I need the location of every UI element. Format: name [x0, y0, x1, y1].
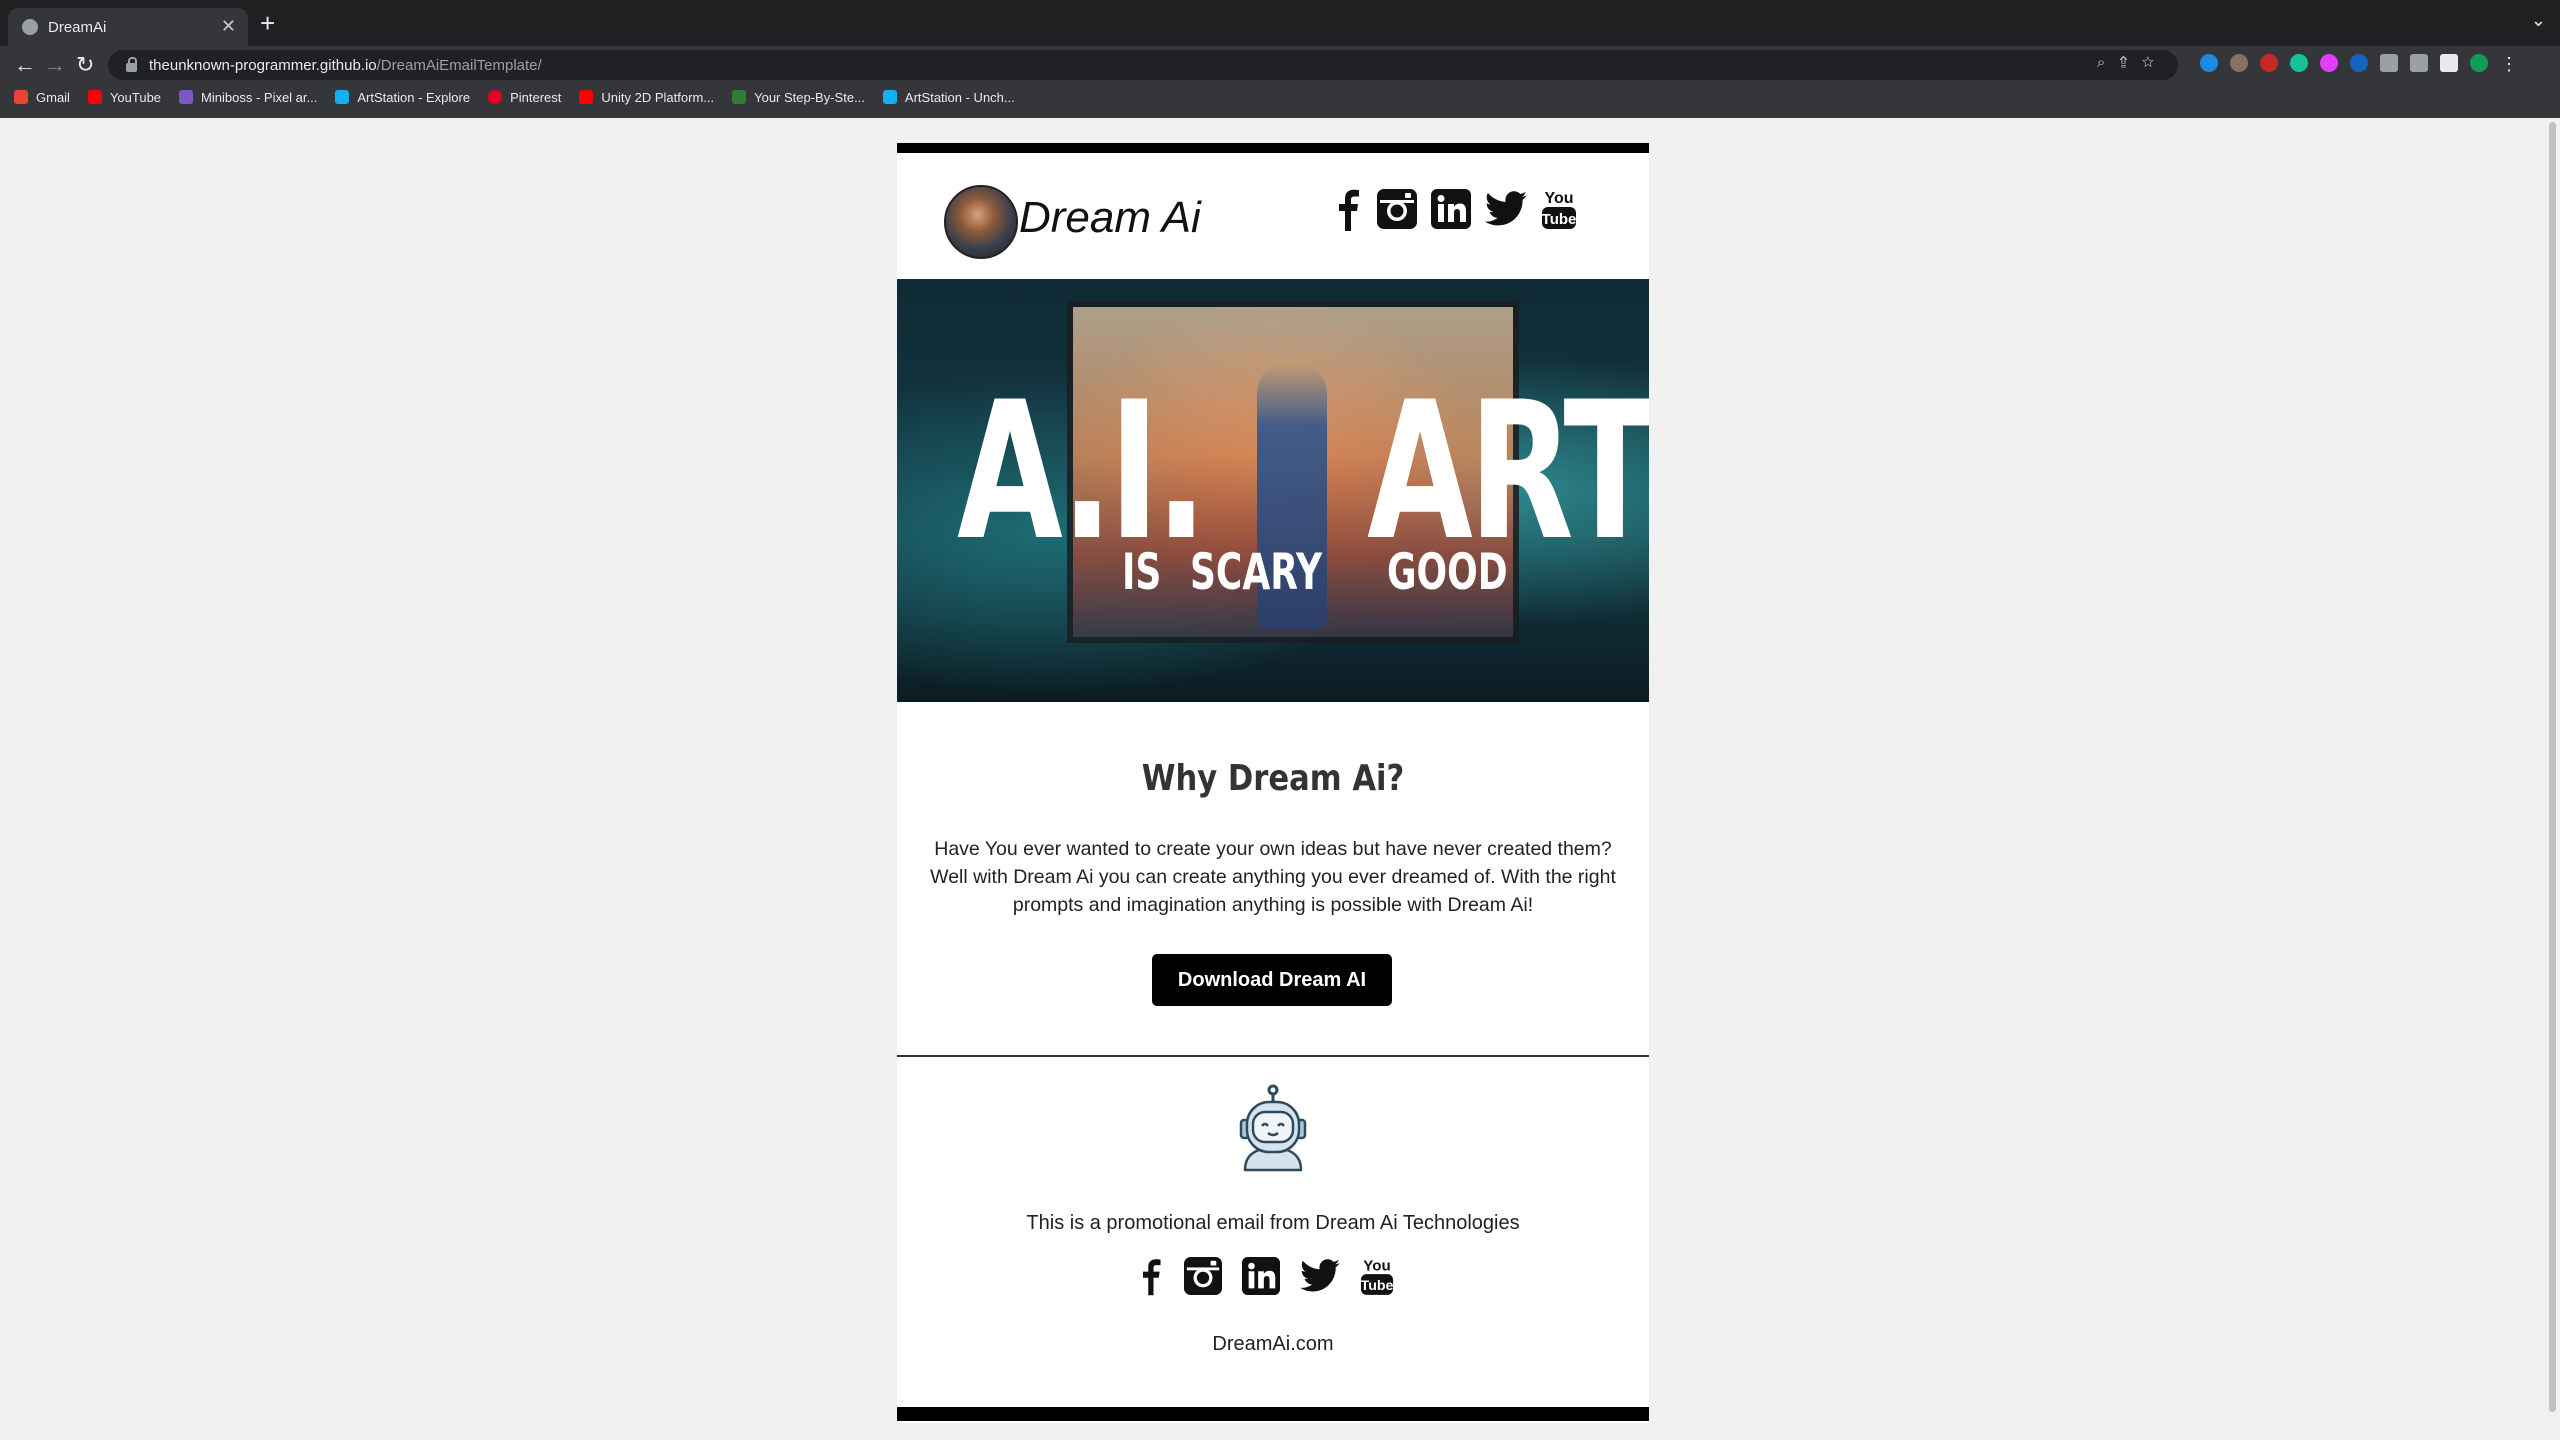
body-paragraph: Have You ever wanted to create your own …	[930, 838, 1616, 916]
bookmark-miniboss[interactable]: Miniboss - Pixel ar...	[179, 90, 317, 105]
email-top-border	[897, 143, 1649, 153]
hero-image: A.I. ART IS SCARY GOOD	[897, 279, 1649, 702]
tab-favicon-icon	[22, 19, 38, 35]
extension-icon[interactable]	[2350, 54, 2368, 72]
extension-icon[interactable]	[2230, 54, 2248, 72]
facebook-icon[interactable]	[1331, 187, 1363, 231]
bookmark-artstation-explore[interactable]: ArtStation - Explore	[335, 90, 470, 105]
twitter-icon[interactable]	[1485, 191, 1527, 227]
menu-icon[interactable]: ⋮	[2500, 54, 2518, 74]
linkedin-icon[interactable]	[1431, 189, 1471, 229]
brand-name: Dream Ai	[1019, 193, 1201, 242]
instagram-icon[interactable]	[1377, 189, 1417, 229]
bookmark-pinterest[interactable]: Pinterest	[488, 90, 561, 105]
youtube-icon-text-bottom: Tube	[1542, 211, 1577, 228]
extension-icon[interactable]	[2200, 54, 2218, 72]
forward-icon[interactable]: →	[44, 52, 66, 78]
youtube-icon	[579, 90, 594, 104]
layers-icon	[732, 90, 747, 104]
new-tab-button[interactable]: +	[260, 8, 275, 39]
miniboss-icon	[179, 90, 194, 104]
section-heading: Why Dream Ai?	[1141, 758, 1405, 799]
reload-icon[interactable]: ↻	[76, 52, 94, 78]
browser-tab[interactable]: DreamAi ✕	[8, 8, 248, 46]
hero-text-art: ART	[1367, 361, 1649, 582]
hero-text-scary: SCARY	[1190, 543, 1323, 601]
hero-text-good: GOOD	[1387, 543, 1508, 601]
youtube-icon	[87, 90, 102, 104]
gmail-icon	[14, 90, 28, 104]
youtube-icon-text-top: You	[1544, 190, 1573, 207]
bookmark-youtube[interactable]: YouTube	[87, 90, 161, 105]
youtube-icon[interactable]: You Tube	[1360, 1255, 1394, 1297]
tab-search-icon[interactable]: ⌄	[2531, 10, 2546, 31]
profile-avatar[interactable]	[2470, 54, 2488, 72]
lock-icon[interactable]	[126, 56, 137, 72]
artstation-icon	[335, 90, 350, 104]
robot-icon	[1237, 1084, 1309, 1177]
bookmark-step-by-step[interactable]: Your Step-By-Ste...	[732, 90, 865, 105]
footer-social-links: You Tube	[1136, 1255, 1394, 1297]
bookmarks-bar: Gmail YouTube Miniboss - Pixel ar... Art…	[0, 82, 1033, 112]
footer-site-link[interactable]: DreamAi.com	[897, 1333, 1649, 1356]
grammarly-icon[interactable]	[2290, 54, 2308, 72]
youtube-icon[interactable]: You Tube	[1541, 187, 1577, 231]
url-path: /DreamAiEmailTemplate/	[376, 56, 542, 74]
back-icon[interactable]: ←	[14, 52, 36, 78]
close-tab-icon[interactable]: ✕	[221, 16, 236, 37]
url-host: theunknown-programmer.github.io	[149, 56, 377, 74]
bookmark-gmail[interactable]: Gmail	[14, 90, 70, 105]
instagram-icon[interactable]	[1184, 1257, 1222, 1295]
hero-text-ai: A.I.	[957, 361, 1207, 582]
linkedin-icon[interactable]	[1242, 1257, 1280, 1295]
footer-promo-text: This is a promotional email from Dream A…	[1026, 1212, 1520, 1234]
extensions-area: ⋮	[2200, 54, 2518, 74]
tab-title: DreamAi	[48, 18, 107, 36]
tab-bar: DreamAi ✕ + ⌄	[0, 0, 2560, 46]
ublock-icon[interactable]	[2260, 54, 2278, 72]
pinterest-icon	[488, 90, 503, 104]
address-bar[interactable]: theunknown-programmer.github.io/DreamAiE…	[108, 50, 2178, 80]
omnibox-actions-icon[interactable]: ⌕⇪☆	[2097, 54, 2168, 71]
artstation-icon	[882, 90, 897, 104]
header-social-links: You Tube	[1331, 187, 1577, 231]
page-scrollbar[interactable]	[2545, 118, 2560, 1440]
twitter-icon[interactable]	[1300, 1259, 1340, 1293]
youtube-icon-text-top: You	[1363, 1257, 1390, 1274]
youtube-icon-text-bottom: Tube	[1361, 1278, 1394, 1294]
scrollbar-thumb[interactable]	[2549, 122, 2556, 1412]
email-container: Dream Ai You Tube A.I. ART IS SCARY GOOD…	[897, 143, 1649, 1423]
reading-list-icon[interactable]	[2410, 54, 2428, 72]
browser-toolbar: ← → ↻ theunknown-programmer.github.io/Dr…	[0, 46, 2560, 118]
side-panel-icon[interactable]	[2440, 54, 2458, 72]
dream-ai-logo-icon	[944, 185, 1018, 259]
puzzle-icon[interactable]	[2380, 54, 2398, 72]
hero-text-is: IS	[1122, 543, 1162, 601]
color-picker-icon[interactable]	[2320, 54, 2338, 72]
download-dream-ai-button[interactable]: Download Dream AI	[1152, 954, 1392, 1006]
email-bottom-border	[897, 1407, 1649, 1421]
facebook-icon[interactable]	[1136, 1255, 1164, 1297]
footer-divider	[897, 1055, 1649, 1057]
bookmark-unity-2d[interactable]: Unity 2D Platform...	[579, 90, 714, 105]
bookmark-artstation-unch[interactable]: ArtStation - Unch...	[882, 90, 1015, 105]
